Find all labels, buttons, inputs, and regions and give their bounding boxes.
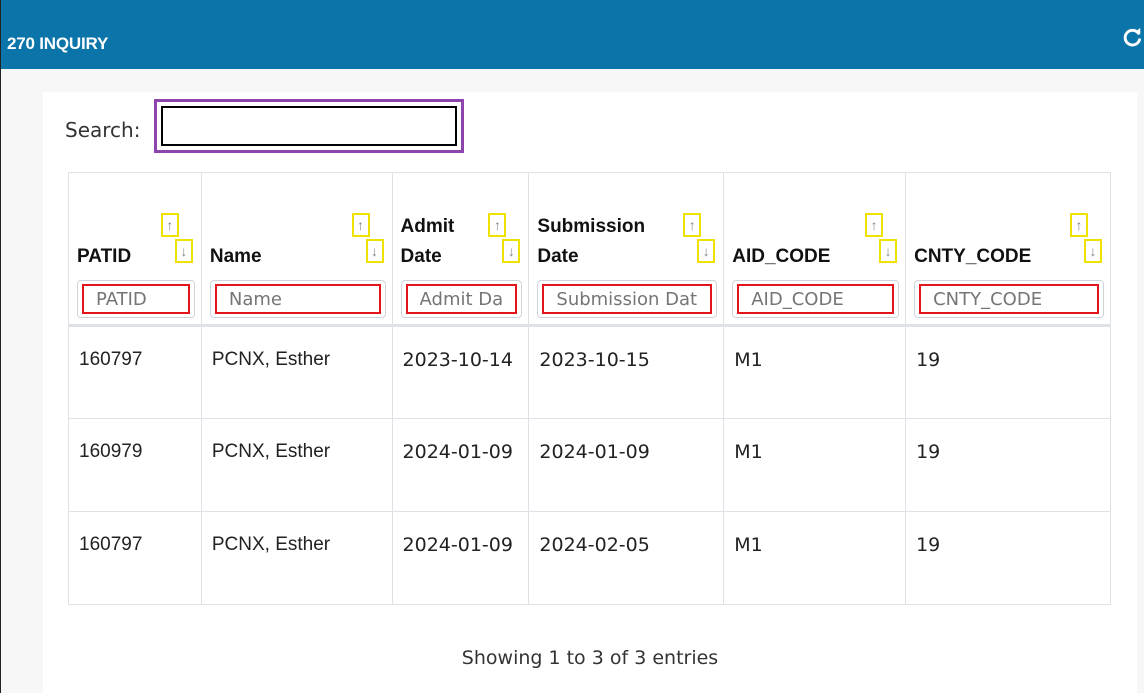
search-input[interactable] <box>154 99 464 153</box>
table-panel: Search: PATID ↑ ↓ PATID Name ↑ ↓ Name Ad… <box>43 92 1137 693</box>
table-info: Showing 1 to 3 of 3 entries <box>461 647 719 669</box>
sort-control[interactable]: ↑ ↓ <box>683 213 717 273</box>
sort-control[interactable]: ↑ ↓ <box>865 213 899 273</box>
table-row[interactable]: 160979 PCNX, Esther 2024-01-09 2024-01-0… <box>68 418 1111 512</box>
sort-control[interactable]: ↑ ↓ <box>351 213 386 273</box>
column-filter-wrapper <box>732 280 900 318</box>
sort-descending-icon[interactable]: ↓ <box>697 239 716 263</box>
table-header-row: PATID ↑ ↓ Name ↑ ↓ <box>68 172 1111 327</box>
sort-ascending-icon[interactable]: ↑ <box>160 213 179 237</box>
column-header-name[interactable]: Name ↑ ↓ <box>200 172 393 327</box>
filter-input-admit-date[interactable] <box>405 284 518 314</box>
cell-cnty-code: 19 <box>905 511 1111 605</box>
sort-descending-icon[interactable]: ↓ <box>1084 239 1102 263</box>
cell-patid: 160797 <box>68 511 202 605</box>
column-filter-wrapper <box>77 280 195 318</box>
cell-submission-date: 2024-01-09 <box>528 418 725 512</box>
cell-aid-code: M1 <box>723 325 907 419</box>
sort-descending-icon[interactable]: ↓ <box>502 239 521 263</box>
column-filter-wrapper <box>537 280 718 318</box>
filter-input-aid-code[interactable] <box>737 284 895 314</box>
table-row[interactable]: 160797 PCNX, Esther 2023-10-14 2023-10-1… <box>68 325 1111 419</box>
column-header-submission-date[interactable]: Submission Date ↑ ↓ <box>528 172 725 327</box>
cell-name: PCNX, Esther <box>200 511 393 605</box>
cell-submission-date: 2023-10-15 <box>528 325 725 419</box>
panel-header: 270 INQUIRY <box>1 0 1144 69</box>
filter-input-patid[interactable] <box>82 284 190 314</box>
sort-ascending-icon[interactable]: ↑ <box>865 213 884 237</box>
cell-admit-date: 2024-01-09 <box>391 418 530 512</box>
sort-control[interactable]: ↑ ↓ <box>488 213 522 273</box>
column-header-aid-code[interactable]: AID_CODE ↑ ↓ <box>723 172 907 327</box>
sort-control[interactable]: ↑ ↓ <box>1070 213 1104 273</box>
column-filter-wrapper <box>400 280 523 318</box>
filter-input-submission-date[interactable] <box>542 284 713 314</box>
sort-descending-icon[interactable]: ↓ <box>365 239 384 263</box>
sort-descending-icon[interactable]: ↓ <box>879 239 898 263</box>
cell-cnty-code: 19 <box>905 325 1111 419</box>
sort-ascending-icon[interactable]: ↑ <box>1070 213 1088 237</box>
cell-submission-date: 2024-02-05 <box>528 511 725 605</box>
panel-title: 270 INQUIRY <box>7 34 109 53</box>
column-filter-wrapper <box>209 280 386 318</box>
filter-input-name[interactable] <box>214 284 381 314</box>
search-label: Search: <box>65 118 141 142</box>
table-row[interactable]: 160797 PCNX, Esther 2024-01-09 2024-02-0… <box>68 511 1111 605</box>
cell-patid: 160797 <box>68 325 202 419</box>
column-header-cnty-code[interactable]: CNTY_CODE ↑ ↓ <box>905 172 1111 327</box>
column-filter-wrapper <box>914 280 1104 318</box>
cell-name: PCNX, Esther <box>200 418 393 512</box>
inquiry-window: 270 INQUIRY Search: PATID ↑ ↓ PATID Name… <box>0 0 1144 693</box>
cell-aid-code: M1 <box>723 511 907 605</box>
sort-ascending-icon[interactable]: ↑ <box>488 213 507 237</box>
cell-admit-date: 2023-10-14 <box>391 325 530 419</box>
sort-ascending-icon[interactable]: ↑ <box>351 213 370 237</box>
column-header-admit-date[interactable]: Admit Date ↑ ↓ <box>391 172 530 327</box>
cell-patid: 160979 <box>68 418 202 512</box>
cell-aid-code: M1 <box>723 418 907 512</box>
sort-ascending-icon[interactable]: ↑ <box>683 213 702 237</box>
sort-descending-icon[interactable]: ↓ <box>174 239 193 263</box>
sort-control[interactable]: ↑ ↓ <box>160 213 195 273</box>
filter-input-cnty-code[interactable] <box>919 284 1099 314</box>
cell-cnty-code: 19 <box>905 418 1111 512</box>
cell-name: PCNX, Esther <box>200 325 393 419</box>
refresh-icon[interactable] <box>1121 26 1143 48</box>
column-header-patid[interactable]: PATID ↑ ↓ <box>68 172 202 327</box>
inquiry-table: PATID ↑ ↓ Name ↑ ↓ <box>68 172 1111 605</box>
cell-admit-date: 2024-01-09 <box>391 511 530 605</box>
